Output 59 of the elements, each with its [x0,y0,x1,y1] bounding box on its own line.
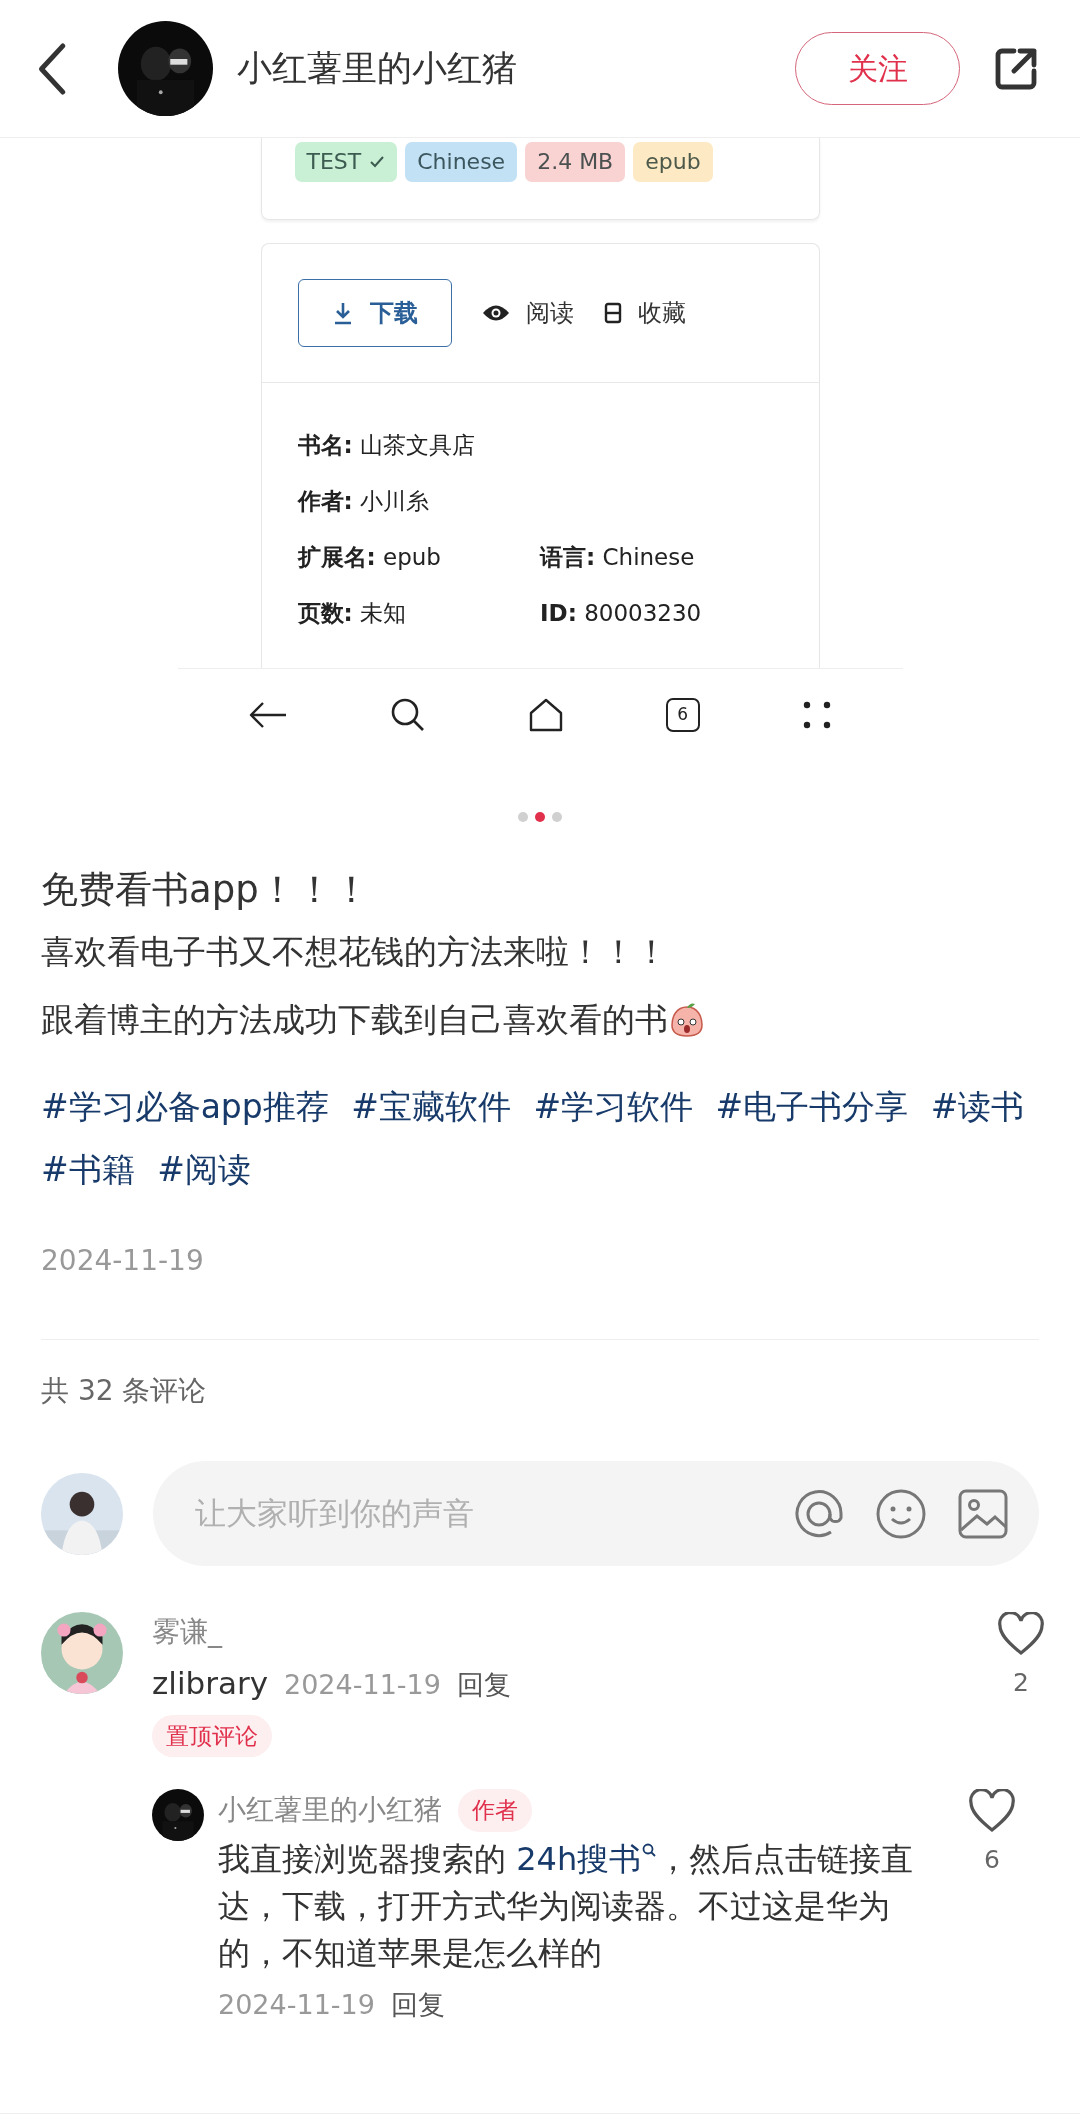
like-count: 6 [984,1844,1000,1876]
post-text: 跟着博主的方法成功下载到自己喜欢看的书 [41,999,668,1041]
pager-dot[interactable] [552,812,562,822]
check-icon [369,155,386,169]
comment-input[interactable]: 让大家听到你的声音 [193,1489,763,1538]
bookmark-button[interactable]: 收藏 [603,295,686,331]
info-field: 页数: 未知 [297,595,540,631]
post-date: 2024-11-19 [41,1243,205,1279]
comment-text: zlibrary [152,1664,268,1703]
download-button[interactable]: 下载 [297,279,452,347]
pager-dot[interactable] [535,812,545,822]
heart-icon[interactable] [968,1789,1016,1833]
reply-date: 2024-11-19 [218,1987,375,2022]
like-count: 2 [1013,1667,1029,1699]
hashtag-link[interactable]: #学习必备app推荐 [41,1075,329,1138]
post-text: 喜欢看电子书又不想花钱的方法来啦！！！ [41,931,668,973]
post-title: 免费看书app！！！ [41,867,371,913]
tag-label: 2.4 MB [525,142,626,182]
hashtag-link[interactable]: #阅读 [157,1138,251,1201]
bookmark-icon [603,302,622,324]
hashtag-link[interactable]: #电子书分享 [715,1075,909,1138]
back-arrow-icon[interactable] [248,699,289,730]
reply-text: 我直接浏览器搜索的 24h搜书 ，然后点击链接直达，下载，打开方式华为阅读器。不过这是华为的，不知道苹果是怎么样的 [218,1838,915,1974]
reply-button[interactable]: 回复 [456,1665,511,1706]
author-name[interactable]: 小红薯里的小红猪 [237,42,795,95]
info-field: ID: 80003230 [540,595,783,631]
search-link[interactable]: 24h搜书 [516,1839,658,1878]
hashtag-link[interactable]: #宝藏软件 [351,1075,511,1138]
follow-button[interactable]: 关注 [795,32,960,105]
comment-bar[interactable]: 让大家听到你的声音 [153,1461,1039,1566]
pager-dot[interactable] [518,812,528,822]
tabs-button[interactable]: 6 [665,697,700,732]
home-icon[interactable] [528,696,564,733]
reply-button[interactable]: 回复 [390,1984,445,2025]
hashtag-link[interactable]: #读书 [930,1075,1025,1138]
peach-icon [668,1001,706,1039]
info-field: 书名: 山茶文具店 [297,427,573,463]
tag-label: epub [633,142,713,182]
heart-icon[interactable] [997,1612,1045,1656]
comment-count: 共 32 条评论 [41,1373,208,1409]
emoji-icon[interactable] [875,1487,927,1540]
menu-icon[interactable] [801,699,832,730]
user-name[interactable]: 雾谦_ [152,1612,1032,1652]
author-label: 作者 [458,1789,532,1832]
read-button[interactable]: 阅读 [481,295,574,331]
info-field: 扩展名: epub [297,539,540,575]
info-field: 作者: 小川糸 [297,483,573,519]
tag-label: TEST [294,142,398,182]
search-icon [641,1841,658,1858]
pinned-label: 置顶评论 [152,1714,272,1757]
info-field: 语言: Chinese [540,539,783,575]
at-icon[interactable] [793,1487,845,1540]
image-icon[interactable] [957,1487,1009,1540]
eye-icon [481,304,510,322]
user-name[interactable]: 小红薯里的小红猪 [218,1790,442,1831]
tag-label: Chinese [405,142,518,182]
hashtag-link[interactable]: #学习软件 [533,1075,694,1138]
hashtag-link[interactable]: #书籍 [41,1138,135,1201]
comment-date: 2024-11-19 [284,1668,441,1702]
